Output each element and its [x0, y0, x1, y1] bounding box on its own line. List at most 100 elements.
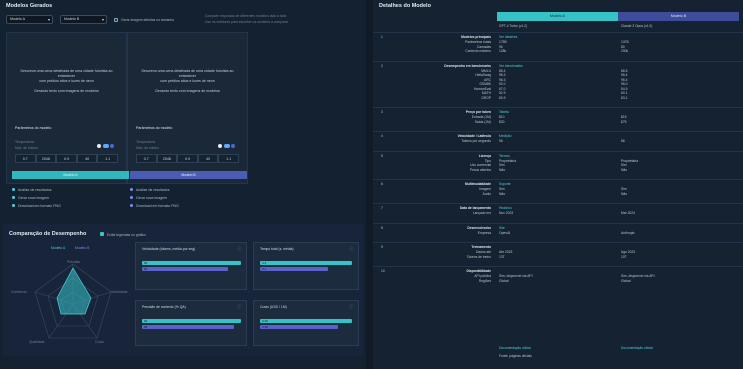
radar-axis-label: Precisão	[67, 260, 81, 264]
model-b-card: Descreva uma cena detalhada de uma cidad…	[127, 32, 248, 184]
row-divider	[373, 203, 743, 204]
row-key: HumanEval	[473, 86, 491, 91]
prompt-text-2: com prédios altos e luzes de neon	[160, 79, 215, 83]
bullet-icon	[130, 204, 133, 207]
row-divider	[373, 60, 743, 62]
bullet-icon	[130, 196, 133, 199]
row-value-a: 128k	[499, 49, 507, 53]
section-link[interactable]: Ver detalhes	[499, 35, 517, 39]
section-link[interactable]: Termos	[499, 154, 510, 158]
list-item[interactable]: Gerar nova imagem	[130, 196, 167, 200]
stat-cell: 1.1	[97, 154, 118, 163]
toggle-on[interactable]	[224, 144, 230, 148]
prompt-text: Descreva uma cena detalhada de uma cidad…	[141, 69, 234, 78]
row-value-a: 92.0	[499, 82, 506, 86]
row-value-a: Proprietária	[499, 158, 517, 163]
toggle-on[interactable]	[110, 144, 114, 148]
details-title: Detalhes do Modelo	[379, 3, 431, 9]
list-item[interactable]: Gerar nova imagem	[12, 196, 49, 200]
docs-link-b[interactable]: Documentação oficial	[621, 346, 653, 350]
section-link[interactable]: Histórico	[499, 206, 512, 210]
radar-axis-label: Qualidade	[29, 340, 45, 344]
model-a-select-value: Modelo A	[10, 17, 25, 21]
temperature-label: Temperatura	[15, 140, 35, 144]
panel-title: Modelos Gerados	[6, 3, 53, 9]
row-key: Áudio	[482, 191, 491, 196]
model-a-select[interactable]: Modelo A ▾	[6, 15, 53, 24]
column-header-a[interactable]: Modelo A	[497, 12, 618, 21]
column-header-b[interactable]: Modelo B	[618, 12, 739, 21]
stat-cell: 2048	[156, 154, 178, 163]
list-item-label: Gerar nova imagem	[136, 196, 167, 200]
same-size-checkbox[interactable]	[114, 17, 118, 22]
row-value-b: Não	[621, 191, 628, 196]
radar-legend-b: Modelo B	[75, 246, 90, 250]
docs-link-a[interactable]: Documentação oficial	[499, 346, 531, 350]
row-value-b: Sim, disponível via API	[621, 274, 655, 278]
row-value-a: 96	[499, 44, 503, 49]
row-value-b: $75	[621, 119, 627, 124]
metric-bar-b: 86	[142, 267, 228, 271]
row-value-b: 86	[621, 139, 625, 143]
section-link[interactable]: Site	[499, 226, 505, 230]
row-value-a: $10	[499, 115, 505, 119]
stat-cell: 0.9	[56, 154, 77, 163]
row-value-a: Global	[499, 278, 509, 283]
row-value-a: Abr 2023	[499, 250, 513, 254]
radar-axis-label: Coerência	[11, 290, 27, 294]
max-tokens-label: Máx. de tokens	[15, 146, 38, 150]
row-key: Saída (1M)	[474, 119, 491, 124]
column-sub-b: Claude 3 Opus (v1.0)	[621, 24, 653, 28]
list-item[interactable]: Download em formato PNG	[12, 204, 61, 208]
row-value-b: Proprietária	[621, 158, 639, 163]
row-key: MATH	[481, 91, 491, 95]
list-item[interactable]: Download em formato PNG	[130, 204, 179, 208]
section-link[interactable]: Tabela	[499, 110, 509, 114]
toggle-off[interactable]	[97, 144, 101, 148]
temperature-label: Temperatura	[136, 140, 156, 144]
row-value-b: 10T	[621, 254, 627, 259]
model-b-button[interactable]: Modelo B	[130, 171, 247, 179]
row-value-a: Não	[499, 191, 506, 196]
row-key: Imagem	[479, 187, 491, 191]
footer-note: Fonte: páginas oficiais	[499, 354, 532, 358]
metric-bar-b: 88	[142, 325, 234, 329]
row-key: Lançado em	[472, 211, 491, 215]
row-value-a: 96	[499, 139, 503, 143]
radar-legend-a: Modelo A	[51, 246, 66, 250]
metric-title: Velocidade (tokens, média por seg)	[142, 247, 196, 251]
list-item[interactable]: Análise de resultados	[130, 188, 169, 192]
toggle-on[interactable]	[103, 144, 109, 148]
section-label: Preço por token	[465, 110, 491, 114]
toggle-off[interactable]	[218, 144, 222, 148]
metric-bar-a: 0.45	[260, 319, 352, 323]
metric-title: Tempo total (s, média)	[260, 247, 294, 251]
row-value-a: $30	[499, 119, 505, 124]
list-item[interactable]: Análise de resultados	[12, 188, 51, 192]
metric-bar-b: 0.38	[260, 325, 338, 329]
toggle-on[interactable]	[231, 144, 235, 148]
metric-bar-a: 96	[142, 261, 241, 265]
row-value-b: 96.4	[621, 77, 628, 82]
list-item-label: Gerar nova imagem	[18, 196, 49, 200]
info-icon[interactable]: ⓘ	[349, 246, 353, 252]
metric-bar-a: 92	[142, 319, 241, 323]
info-icon[interactable]: ⓘ	[237, 304, 241, 310]
section-link[interactable]: Ver benchmarks	[499, 64, 523, 68]
models-panel: Modelos Gerados Modelo A ▾ Modelo B ▾ Gera…	[0, 0, 366, 369]
row-value-a: 175B	[499, 40, 507, 44]
legend-checkbox[interactable]	[100, 232, 104, 236]
row-key: GSM8K	[479, 82, 491, 86]
section-link[interactable]: Medição	[499, 134, 511, 138]
radar-chart	[34, 263, 112, 339]
row-value-b: Mar 2024	[621, 211, 635, 215]
stat-cell: 0.9	[177, 154, 198, 163]
model-a-button[interactable]: Modelo A	[12, 171, 129, 179]
row-key: Uso comercial	[470, 163, 491, 167]
params-label: Parâmetros do modelo	[136, 126, 173, 130]
row-divider	[373, 242, 743, 243]
section-link[interactable]: Suporte	[499, 182, 511, 186]
info-icon[interactable]: ⓘ	[237, 246, 241, 252]
info-icon[interactable]: ⓘ	[349, 304, 353, 310]
model-b-select[interactable]: Modelo B ▾	[60, 15, 107, 24]
